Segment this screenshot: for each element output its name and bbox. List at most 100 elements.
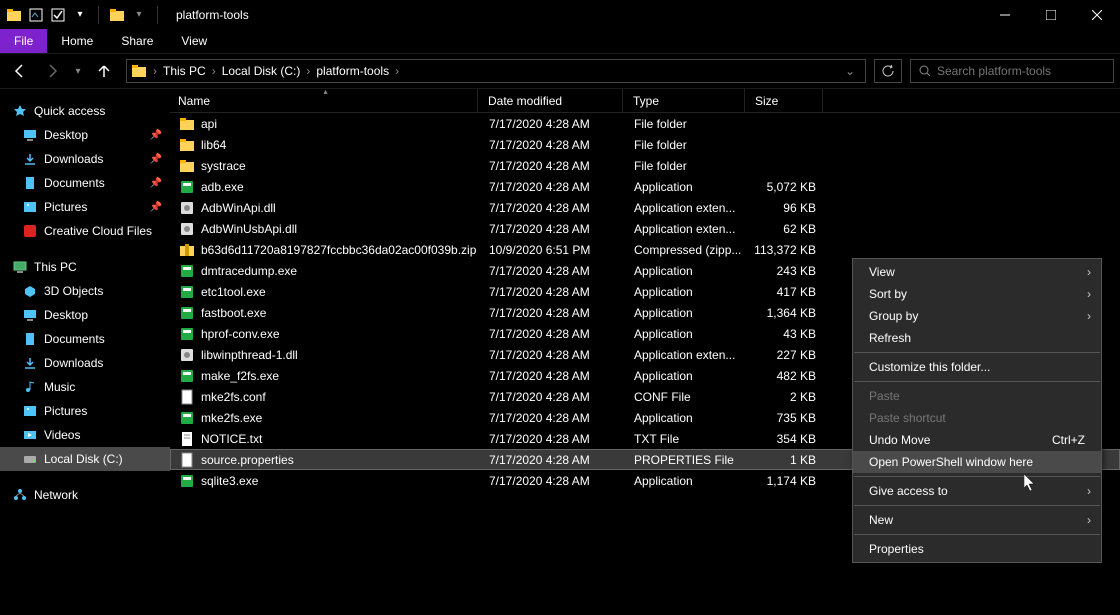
menu-item[interactable]: Undo Move Ctrl+Z (853, 429, 1101, 451)
sidebar-this-pc[interactable]: This PC (0, 255, 170, 279)
back-button[interactable] (6, 57, 34, 85)
search-box[interactable] (910, 59, 1114, 83)
checkbox-icon[interactable] (50, 7, 66, 23)
file-type: File folder (624, 117, 746, 131)
file-type: CONF File (624, 390, 746, 404)
chevron-right-icon[interactable]: › (151, 64, 159, 78)
sidebar-item[interactable]: Downloads (0, 351, 170, 375)
menu-item[interactable]: New› (853, 509, 1101, 531)
menu-item[interactable]: Customize this folder... (853, 356, 1101, 378)
file-menu[interactable]: File (0, 29, 47, 53)
file-type: Application exten... (624, 348, 746, 362)
sidebar-item-label: 3D Objects (44, 284, 103, 298)
file-row[interactable]: adb.exe7/17/2020 4:28 AMApplication5,072… (170, 176, 1120, 197)
sidebar-item[interactable]: Music (0, 375, 170, 399)
window-controls (982, 0, 1120, 29)
refresh-button[interactable] (874, 59, 902, 83)
breadcrumb-segment[interactable]: Local Disk (C:) (218, 64, 305, 78)
sidebar-network[interactable]: Network (0, 483, 170, 507)
title-bar: ▾ ▾ platform-tools (0, 0, 1120, 29)
menu-item[interactable]: Sort by› (853, 283, 1101, 305)
menu-item: Paste (853, 385, 1101, 407)
separator (98, 6, 99, 24)
sidebar-label: This PC (34, 260, 77, 274)
file-type: PROPERTIES File (624, 453, 746, 467)
sidebar-item[interactable]: Local Disk (C:) (0, 447, 170, 471)
sidebar-item[interactable]: Videos (0, 423, 170, 447)
menu-item[interactable]: Group by› (853, 305, 1101, 327)
sidebar-item[interactable]: 3D Objects (0, 279, 170, 303)
menu-item[interactable]: View› (853, 261, 1101, 283)
pin-icon: 📌 (150, 154, 162, 165)
dropdown-icon[interactable]: ▾ (131, 7, 147, 23)
separator (157, 6, 158, 24)
file-row[interactable]: AdbWinUsbApi.dll7/17/2020 4:28 AMApplica… (170, 218, 1120, 239)
menu-icon[interactable]: ▾ (72, 7, 88, 23)
sidebar-item[interactable]: Pictures📌 (0, 195, 170, 219)
sidebar-item[interactable]: Desktop (0, 303, 170, 327)
file-name: NOTICE.txt (201, 432, 262, 446)
sidebar-item[interactable]: Documents (0, 327, 170, 351)
menu-item[interactable]: Give access to› (853, 480, 1101, 502)
breadcrumb-segment[interactable]: platform-tools (312, 64, 393, 78)
sidebar-item-label: Pictures (44, 404, 87, 418)
file-date: 7/17/2020 4:28 AM (479, 390, 624, 404)
column-header-size[interactable]: Size (745, 89, 823, 112)
breadcrumb-dropdown[interactable]: ⌄ (839, 64, 861, 78)
dll-icon (179, 200, 195, 216)
column-header-type[interactable]: Type (623, 89, 745, 112)
file-name: mke2fs.exe (201, 411, 262, 425)
file-row[interactable]: b63d6d11720a8197827fccbbc36da02ac00f039b… (170, 239, 1120, 260)
recent-dropdown[interactable]: ▾ (70, 57, 86, 85)
file-row[interactable]: systrace7/17/2020 4:28 AMFile folder (170, 155, 1120, 176)
folder-icon (179, 137, 195, 153)
file-size: 62 KB (746, 222, 824, 236)
file-size: 1,174 KB (746, 474, 824, 488)
breadcrumb[interactable]: › This PC › Local Disk (C:) › platform-t… (126, 59, 866, 83)
chevron-right-icon[interactable]: › (304, 64, 312, 78)
file-row[interactable]: AdbWinApi.dll7/17/2020 4:28 AMApplicatio… (170, 197, 1120, 218)
file-row[interactable]: api7/17/2020 4:28 AMFile folder (170, 113, 1120, 134)
tab-view[interactable]: View (167, 29, 221, 53)
file-date: 7/17/2020 4:28 AM (479, 117, 624, 131)
menu-item[interactable]: Properties (853, 538, 1101, 560)
txt-icon (179, 431, 195, 447)
search-input[interactable] (937, 64, 1105, 78)
file-name: sqlite3.exe (201, 474, 258, 488)
close-button[interactable] (1074, 0, 1120, 29)
properties-icon[interactable] (28, 7, 44, 23)
file-date: 7/17/2020 4:28 AM (479, 474, 624, 488)
file-size: 5,072 KB (746, 180, 824, 194)
up-button[interactable] (90, 57, 118, 85)
minimize-button[interactable] (982, 0, 1028, 29)
tab-share[interactable]: Share (107, 29, 167, 53)
breadcrumb-segment[interactable]: This PC (159, 64, 210, 78)
sidebar-quick-access[interactable]: Quick access (0, 99, 170, 123)
file-date: 7/17/2020 4:28 AM (479, 432, 624, 446)
sidebar-item[interactable]: Desktop📌 (0, 123, 170, 147)
menu-item[interactable]: Refresh (853, 327, 1101, 349)
column-header-date[interactable]: Date modified (478, 89, 623, 112)
chevron-right-icon[interactable]: › (210, 64, 218, 78)
file-name: adb.exe (201, 180, 244, 194)
file-type: Application (624, 285, 746, 299)
sidebar-item[interactable]: Pictures (0, 399, 170, 423)
menu-item[interactable]: Open PowerShell window here (853, 451, 1101, 473)
tab-home[interactable]: Home (47, 29, 107, 53)
file-row[interactable]: lib647/17/2020 4:28 AMFile folder (170, 134, 1120, 155)
file-type: Application exten... (624, 222, 746, 236)
column-header-name[interactable]: Name▴ (170, 89, 478, 112)
chevron-right-icon[interactable]: › (393, 64, 401, 78)
sidebar-item[interactable]: Documents📌 (0, 171, 170, 195)
menu-item-label: Give access to (869, 484, 948, 498)
forward-button[interactable] (38, 57, 66, 85)
sidebar-item[interactable]: Creative Cloud Files (0, 219, 170, 243)
menu-shortcut: Ctrl+Z (1052, 433, 1085, 447)
maximize-button[interactable] (1028, 0, 1074, 29)
search-icon (919, 65, 931, 77)
folder-icon (179, 116, 195, 132)
menu-item-label: Undo Move (869, 433, 930, 447)
sidebar-item-label: Downloads (44, 356, 103, 370)
sidebar-item[interactable]: Downloads📌 (0, 147, 170, 171)
file-date: 7/17/2020 4:28 AM (479, 264, 624, 278)
